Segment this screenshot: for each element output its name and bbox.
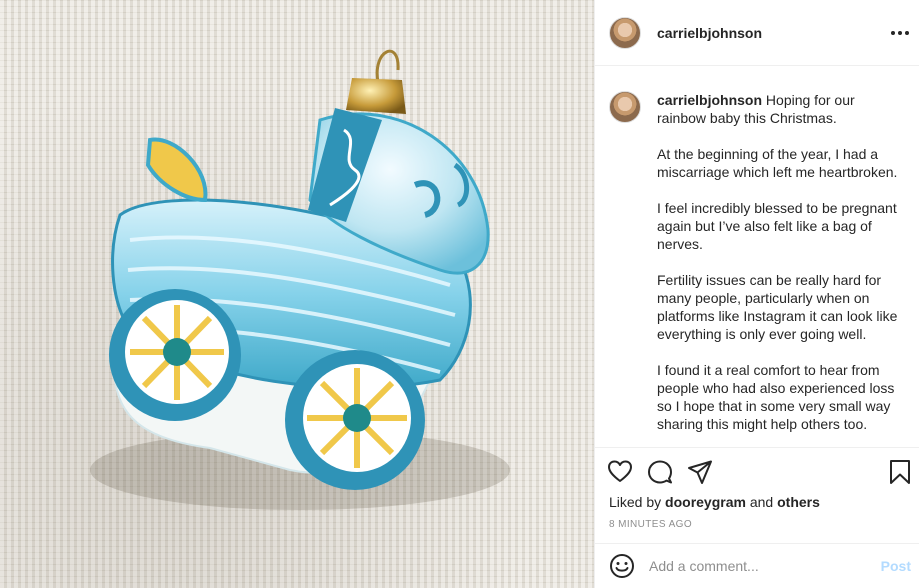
liked-by-others[interactable]: others [777,494,820,510]
action-icons [607,459,713,485]
liked-by: Liked by dooreygram and others [609,494,820,510]
caption-text: carrielbjohnson Hoping for our rainbow b… [657,91,901,447]
caption-paragraph: Fertility issues can be really hard for … [657,272,898,342]
more-horizontal-icon[interactable] [891,24,909,42]
ornament-image [90,49,510,510]
smiley-icon[interactable] [609,553,635,579]
caption-paragraph: I found it a real comfort to hear from p… [657,362,895,432]
caption-area: carrielbjohnson Hoping for our rainbow b… [595,67,919,447]
liked-by-user[interactable]: dooreygram [665,494,746,510]
comment-bar: Post [595,543,919,588]
action-bar: Liked by dooreygram and others 8 MINUTES… [595,447,919,543]
header-username[interactable]: carrielbjohnson [657,25,762,41]
avatar[interactable] [609,16,641,49]
post-header: carrielbjohnson [595,0,919,66]
liked-by-prefix: Liked by [609,494,666,510]
post-sidebar: carrielbjohnson carrielbjohnson Hoping f… [595,0,919,588]
caption-first-line: carrielbjohnson Hoping for our rainbow b… [657,91,901,127]
comment-input[interactable] [649,558,881,574]
comment-icon[interactable] [647,459,673,485]
caption-avatar[interactable] [609,91,641,123]
liked-by-and: and [745,494,778,510]
caption-username[interactable]: carrielbjohnson [657,92,762,108]
post-photo[interactable] [0,0,594,588]
bookmark-icon[interactable] [887,459,913,485]
share-icon[interactable] [687,459,713,485]
post-button[interactable]: Post [881,558,911,574]
timestamp[interactable]: 8 MINUTES AGO [609,519,692,530]
caption-paragraph: I feel incredibly blessed to be pregnant… [657,200,897,252]
caption-paragraph: At the beginning of the year, I had a mi… [657,146,898,180]
heart-icon[interactable] [607,459,633,485]
